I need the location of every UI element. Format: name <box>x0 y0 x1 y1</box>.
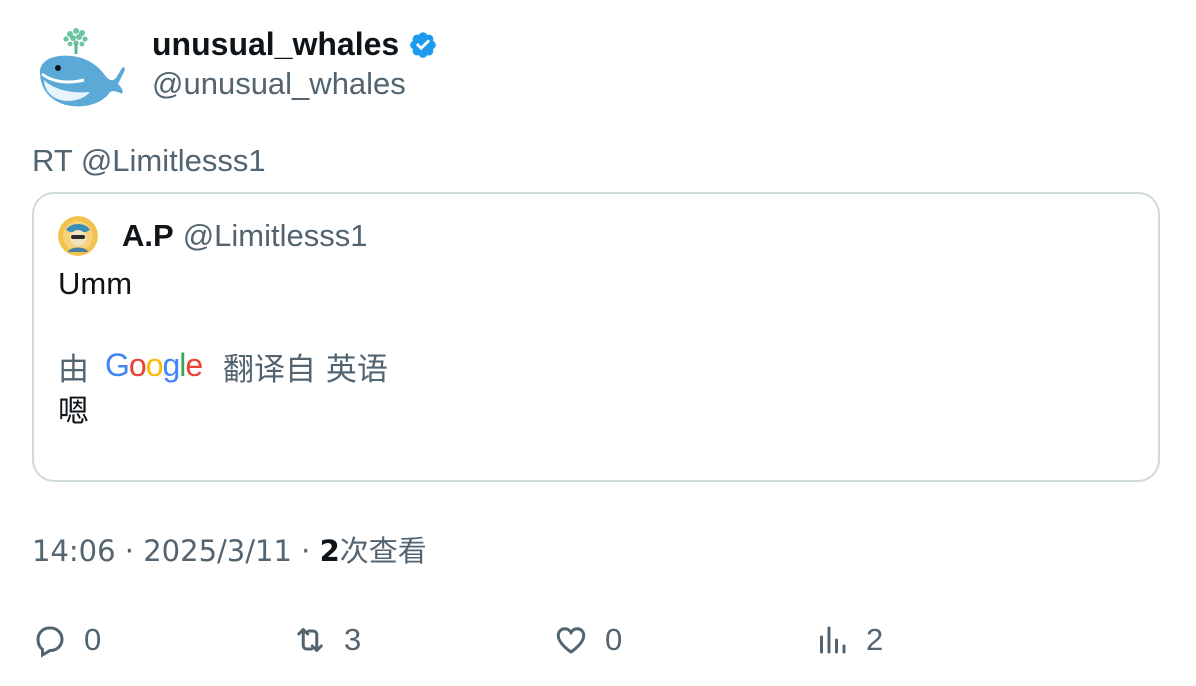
tweet-time[interactable]: 14:06 <box>32 534 116 568</box>
views-icon <box>820 626 846 654</box>
like-button[interactable]: 0 <box>553 618 622 662</box>
translation-attribution: 由 Google 翻译自 英语 <box>58 344 388 388</box>
repost-count: 3 <box>344 622 362 657</box>
repost-button[interactable]: 3 <box>292 618 361 662</box>
retweet-text: RT @Limitlesss1 <box>32 143 266 178</box>
author-display-name[interactable]: unusual_whales <box>152 24 399 64</box>
like-count: 0 <box>605 622 623 657</box>
views-label: 次查看 <box>339 534 427 568</box>
views-count: 2 <box>319 534 340 568</box>
reply-icon <box>36 626 64 658</box>
svg-text:Google: Google <box>105 348 202 383</box>
action-bar: 0 3 0 2 <box>32 618 1162 662</box>
quoted-tweet-text: Umm <box>58 266 133 301</box>
quoted-display-name[interactable]: A.P <box>122 218 174 254</box>
views-button[interactable]: 2 <box>814 618 883 662</box>
translated-text: 嗯 <box>58 394 89 430</box>
views-action-count: 2 <box>866 622 884 657</box>
google-logo-icon: Google <box>105 348 203 383</box>
quoted-tweet-card[interactable]: A.P @Limitlesss1 Umm 由 Google 翻译自 英语 嗯 <box>32 192 1160 482</box>
repost-icon <box>297 628 323 652</box>
quoted-author-avatar <box>58 216 98 256</box>
like-icon <box>556 627 586 654</box>
meta-separator: · <box>124 534 135 568</box>
tweet-meta: 14:06 · 2025/3/11 · 2次查看 <box>32 531 427 571</box>
translation-prefix: 由 <box>58 351 89 388</box>
tweet-header: unusual_whales @unusual_whales <box>32 22 438 118</box>
author-avatar[interactable] <box>32 22 128 118</box>
author-handle[interactable]: @unusual_whales <box>152 64 438 104</box>
reply-button[interactable]: 0 <box>32 618 101 662</box>
reply-count: 0 <box>84 622 102 657</box>
verified-badge-icon <box>410 32 436 58</box>
quoted-handle[interactable]: @Limitlesss1 <box>183 218 368 254</box>
meta-separator-2: · <box>301 534 311 568</box>
tweet-date[interactable]: 2025/3/11 <box>143 534 292 568</box>
translation-suffix: 翻译自 英语 <box>223 351 388 388</box>
whale-avatar-icon <box>40 28 125 107</box>
cartoon-avatar-icon <box>58 216 98 256</box>
